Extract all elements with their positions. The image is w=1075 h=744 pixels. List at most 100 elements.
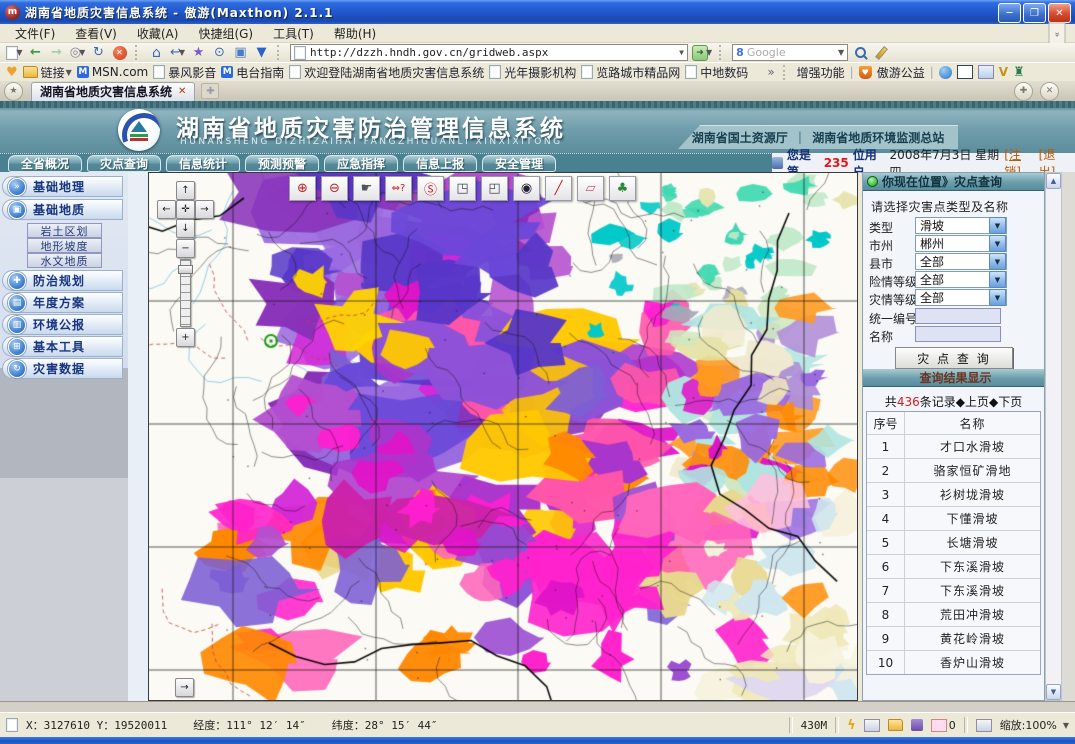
sidebar-sub-rock-zoning[interactable]: 岩土区划 (27, 223, 102, 238)
link-photo[interactable]: 光年摄影机构 (489, 64, 576, 81)
map-bottom-arrow-button[interactable]: → (175, 678, 194, 697)
zoom-level[interactable]: 缩放:100% (1000, 717, 1057, 733)
back-icon[interactable]: ← (27, 44, 44, 61)
boost-icon[interactable]: ϟ (847, 718, 856, 733)
active-tab[interactable]: 湖南省地质灾害信息系统 ✕ (31, 82, 195, 101)
nav-tab-emergency[interactable]: 应急指挥 (324, 155, 398, 172)
sidebar-item-disaster-data[interactable]: ↻ 灾害数据 (2, 358, 123, 379)
zoom-slider-handle[interactable] (178, 265, 193, 274)
history-clock-icon[interactable]: ⊙ (211, 44, 228, 61)
highlight-pencil-icon[interactable] (873, 44, 890, 61)
sidebar-item-annual-plan[interactable]: ▤ 年度方案 (2, 292, 123, 313)
sidebar-item-base-geology[interactable]: ▣ 基础地质 (2, 199, 123, 220)
new-page-icon[interactable]: ▼ (6, 44, 23, 61)
nav-tab-statistics[interactable]: 信息统计 (166, 155, 240, 172)
pan-center-button[interactable]: ✛ (176, 200, 195, 219)
menu-groups[interactable]: 快捷组(G) (189, 24, 262, 43)
pan-right-button[interactable]: → (195, 200, 214, 219)
sidebar-sub-terrain-slope[interactable]: 地形坡度 (27, 238, 102, 253)
zoom-dropdown-icon[interactable]: ▼ (1063, 721, 1069, 730)
menu-file[interactable]: 文件(F) (6, 24, 64, 43)
pan-down-button[interactable]: ↓ (176, 219, 195, 238)
county-select[interactable]: 全部▼ (915, 253, 1007, 270)
layer-tree-icon[interactable]: ♣ (609, 176, 636, 201)
close-button[interactable]: ✕ (1048, 3, 1071, 23)
notes-status-icon[interactable] (911, 719, 923, 731)
folder-status-icon[interactable] (888, 719, 903, 731)
window-icon[interactable] (957, 65, 973, 79)
charity-button[interactable]: 傲游公益 (877, 64, 925, 81)
table-row[interactable]: 5长塘滑坡 (867, 531, 1040, 555)
messenger-icon[interactable] (939, 66, 952, 79)
nav-tab-forecast[interactable]: 预测预警 (245, 155, 319, 172)
download-icon[interactable]: ▼ (253, 44, 270, 61)
nav-tab-report[interactable]: 信息上报 (403, 155, 477, 172)
restore-button[interactable]: ❐ (1023, 3, 1046, 23)
table-row[interactable]: 9黄花岭滑坡 (867, 627, 1040, 651)
eraser-icon[interactable]: ▱ (577, 176, 604, 201)
menu-help[interactable]: 帮助(H) (325, 24, 385, 43)
skins-icon[interactable]: V (999, 65, 1008, 79)
zoom-in-icon[interactable]: ⊕ (289, 176, 316, 201)
nav-tab-overview[interactable]: 全省概况 (8, 155, 82, 172)
link-hunan-system[interactable]: 欢迎登陆湖南省地质灾害信息系统 (289, 64, 484, 81)
sidebar-item-environment-bulletin[interactable]: ▥ 环境公报 (2, 314, 123, 335)
map-viewport[interactable]: ⊕ ⊖ ☛ ⇔? Ⓢ ◳ ◰ ◉ ╱ ▱ ♣ ↑ ← ✛ → ↓ − + → (148, 172, 858, 701)
panel-scrollbar[interactable]: ▲ ▼ (1045, 172, 1062, 701)
table-row[interactable]: 8荒田冲滑坡 (867, 603, 1040, 627)
history-dropdown-icon[interactable]: ◎▼ (69, 44, 86, 61)
home-site-icon[interactable]: ♜ (1013, 65, 1025, 80)
table-row[interactable]: 4下懂滑坡 (867, 507, 1040, 531)
city-select[interactable]: 郴州▼ (915, 235, 1007, 252)
go-button[interactable]: ➜▼ (692, 44, 712, 61)
name-input[interactable] (915, 326, 1001, 342)
stop-icon[interactable]: ✕ (111, 44, 128, 61)
table-row[interactable]: 7下东溪滑坡 (867, 579, 1040, 603)
link-baofeng[interactable]: 暴风影音 (153, 64, 216, 81)
url-dropdown-icon[interactable]: ▼ (679, 48, 684, 57)
sidebar-item-base-geography[interactable]: » 基础地理 (2, 176, 123, 197)
type-select[interactable]: 滑坡▼ (915, 217, 1007, 234)
heart-icon[interactable]: ♥ (6, 65, 18, 80)
geological-map-canvas[interactable] (149, 173, 857, 700)
measure-icon[interactable]: ⇔? (385, 176, 412, 201)
link-radio[interactable]: M电台指南 (221, 64, 284, 81)
next-page-link[interactable]: ◆下页 (989, 395, 1022, 409)
forward-icon[interactable]: → (48, 44, 65, 61)
plugins-button[interactable]: 增强功能 (797, 64, 845, 81)
new-tab-button[interactable]: ✚ (201, 83, 219, 99)
undo-icon[interactable]: ↩▼ (169, 44, 186, 61)
links-folder[interactable]: 链接▼ (23, 64, 72, 81)
menu-view[interactable]: 查看(V) (66, 24, 126, 43)
risk-select[interactable]: 全部▼ (915, 271, 1007, 288)
link-geo-monitor-station[interactable]: 湖南省地质环境监测总站 (812, 129, 944, 146)
scale-icon[interactable]: Ⓢ (417, 176, 444, 201)
sidebar-item-basic-tools[interactable]: ⊞ 基本工具 (2, 336, 123, 357)
code-input[interactable] (915, 308, 1001, 324)
table-row[interactable]: 1才口水滑坡 (867, 435, 1040, 459)
magic-fill-icon[interactable]: ★ (190, 44, 207, 61)
link-land-resources[interactable]: 湖南省国土资源厅 (692, 129, 788, 146)
search-icon[interactable] (852, 44, 869, 61)
minimize-button[interactable]: ─ (998, 3, 1021, 23)
link-city[interactable]: 览路城市精品网 (581, 64, 680, 81)
link-zhongdi[interactable]: 中地数码 (685, 64, 748, 81)
tab-bar-close-icon[interactable]: ✕ (1040, 82, 1059, 101)
scroll-down-icon[interactable]: ▼ (1046, 684, 1061, 700)
sidebar-item-prevention-plan[interactable]: ✚ 防治规划 (2, 270, 123, 291)
zoom-plus-button[interactable]: + (176, 328, 195, 347)
table-row[interactable]: 3衫树垅滑坡 (867, 483, 1040, 507)
tab-tools-wrench-icon[interactable]: ✚ (1014, 82, 1033, 101)
zoom-out-icon[interactable]: ⊖ (321, 176, 348, 201)
menu-tools[interactable]: 工具(T) (264, 24, 323, 43)
disaster-select[interactable]: 全部▼ (915, 289, 1007, 306)
table-row[interactable]: 10香炉山滑坡 (867, 651, 1040, 674)
notes-icon[interactable] (978, 65, 994, 79)
select-polygon-icon[interactable]: ◰ (481, 176, 508, 201)
pan-up-button[interactable]: ↑ (176, 181, 195, 200)
zoom-minus-button[interactable]: − (176, 239, 195, 258)
search-dropdown-icon[interactable]: ▼ (838, 48, 844, 57)
address-bar[interactable]: http://dzzh.hndh.gov.cn/gridweb.aspx ▼ (290, 44, 688, 61)
menu-favorites[interactable]: 收藏(A) (128, 24, 188, 43)
resize-icon[interactable] (976, 719, 992, 732)
